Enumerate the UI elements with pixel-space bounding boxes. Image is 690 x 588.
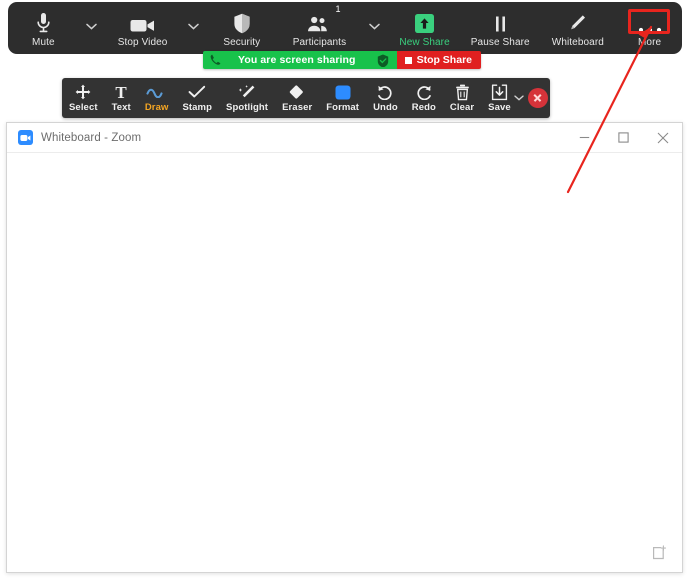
move-arrows-icon [75,83,91,101]
more-button-highlight-box [628,9,670,34]
annot-tool-draw[interactable]: Draw [138,78,176,118]
shield-status-icon [377,54,388,67]
stop-video-label: Stop Video [117,37,168,48]
video-camera-icon [130,10,156,34]
mute-button[interactable]: Mute [8,2,79,54]
mute-label: Mute [32,37,55,48]
annot-draw-label: Draw [144,102,169,113]
window-controls [565,123,682,152]
eraser-icon [288,83,306,101]
annot-redo-label: Redo [411,102,436,113]
security-button[interactable]: Security [206,2,277,54]
participants-options-chevron-down-icon[interactable] [362,2,388,54]
annot-tool-undo[interactable]: Undo [366,78,405,118]
mute-options-chevron-down-icon[interactable] [79,2,105,54]
annot-select-label: Select [69,102,98,113]
minimize-icon [579,136,590,139]
save-download-icon [491,83,508,101]
participants-label: Participants [292,37,347,48]
more-label: More [637,37,662,48]
stop-share-label: Stop Share [416,54,472,66]
add-page-icon [653,545,667,560]
annot-stamp-label: Stamp [182,102,213,113]
pause-share-button[interactable]: Pause Share [462,2,539,54]
annot-tool-eraser[interactable]: Eraser [275,78,319,118]
annot-eraser-label: Eraser [282,102,313,113]
stop-square-icon [404,56,412,64]
pause-share-label: Pause Share [470,37,530,48]
pencil-icon [568,10,587,34]
annotation-close-button[interactable] [527,88,548,108]
minimize-button[interactable] [565,123,604,152]
security-label: Security [223,37,261,48]
close-button[interactable] [643,123,682,152]
whiteboard-canvas[interactable] [7,153,682,572]
whiteboard-window-title: Whiteboard - Zoom [41,131,142,144]
whiteboard-button[interactable]: Whiteboard [539,2,618,54]
stop-video-button[interactable]: Stop Video [104,2,181,54]
annot-undo-label: Undo [373,102,398,113]
svg-text:T: T [116,84,128,100]
meeting-control-toolbar: Mute Stop Video Security 1 Participants … [8,2,682,54]
annot-spotlight-label: Spotlight [226,102,269,113]
maximize-button[interactable] [604,123,643,152]
trash-can-icon [455,83,470,101]
shield-icon [233,10,251,34]
whiteboard-window: Whiteboard - Zoom [6,122,683,573]
maximize-icon [618,132,629,143]
annotation-toolbar: Select T Text Draw Stamp Spotlight Erase… [62,78,550,118]
annot-text-label: Text [111,102,131,113]
whiteboard-titlebar[interactable]: Whiteboard - Zoom [7,123,682,153]
annot-tool-clear[interactable]: Clear [443,78,481,118]
color-swatch-icon [334,83,352,101]
annot-tool-text[interactable]: T Text [105,78,138,118]
sharing-status-text: You are screen sharing [238,54,356,66]
participants-icon: 1 [307,5,340,34]
share-screen-icon [414,10,435,34]
participants-count-badge: 1 [335,4,341,14]
stop-share-button[interactable]: Stop Share [396,51,481,69]
video-options-chevron-down-icon[interactable] [181,2,207,54]
screen-sharing-status-bar: You are screen sharing Stop Share [203,51,481,69]
new-share-button[interactable]: New Share [387,2,462,54]
text-t-icon: T [114,83,128,101]
annot-tool-format[interactable]: Format [319,78,366,118]
phone-icon [210,54,221,65]
microphone-icon [36,10,51,34]
annot-format-label: Format [326,102,360,113]
annot-tool-redo[interactable]: Redo [405,78,443,118]
zoom-camera-icon [18,130,33,145]
magic-wand-icon [238,83,256,101]
annot-tool-select[interactable]: Select [62,78,105,118]
sharing-indicator: You are screen sharing [203,51,397,69]
redo-arrow-icon [415,83,433,101]
save-options-chevron-down-icon[interactable] [513,78,526,118]
undo-arrow-icon [376,83,394,101]
annot-tool-save[interactable]: Save [481,78,513,118]
add-page-button[interactable] [651,545,667,561]
pause-icon [493,10,508,34]
whiteboard-label: Whiteboard [551,37,604,48]
annot-clear-label: Clear [449,102,475,113]
annot-tool-stamp[interactable]: Stamp [175,78,219,118]
new-share-label: New Share [399,37,450,48]
annot-tool-spotlight[interactable]: Spotlight [219,78,275,118]
participants-button[interactable]: 1 Participants [277,2,362,54]
squiggle-line-icon [146,83,168,101]
annot-save-label: Save [488,102,511,113]
close-x-icon [657,132,668,143]
checkmark-icon [188,83,206,101]
